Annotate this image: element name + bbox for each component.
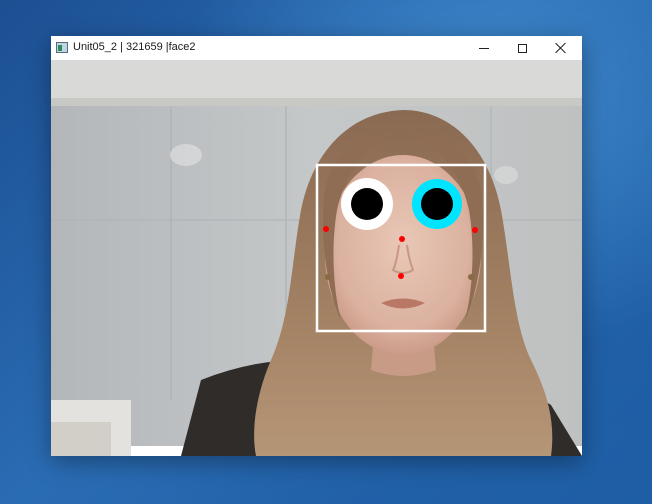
title-bar[interactable]: Unit05_2 | 321659 |face2 bbox=[51, 36, 582, 60]
landmark-nose-tip bbox=[399, 236, 405, 242]
right-pupil bbox=[421, 188, 453, 220]
minimize-button[interactable] bbox=[465, 36, 503, 60]
earring bbox=[325, 274, 331, 280]
wall-reflection bbox=[170, 144, 202, 166]
landmark-right-jaw bbox=[472, 227, 478, 233]
close-button[interactable] bbox=[542, 36, 580, 60]
maximize-button[interactable] bbox=[503, 36, 541, 60]
earring bbox=[468, 274, 474, 280]
app-window: Unit05_2 | 321659 |face2 bbox=[51, 36, 582, 456]
app-icon bbox=[56, 42, 68, 53]
furniture bbox=[51, 422, 111, 456]
face bbox=[325, 155, 481, 355]
landmark-left-jaw bbox=[323, 226, 329, 232]
wall-reflection bbox=[494, 166, 518, 184]
left-pupil bbox=[351, 188, 383, 220]
camera-feed bbox=[51, 60, 582, 456]
camera-frame bbox=[51, 60, 582, 456]
landmark-mouth bbox=[398, 273, 404, 279]
maximize-icon bbox=[517, 43, 527, 53]
minimize-icon bbox=[479, 47, 489, 49]
close-icon bbox=[555, 42, 567, 54]
window-title: Unit05_2 | 321659 |face2 bbox=[73, 41, 196, 53]
